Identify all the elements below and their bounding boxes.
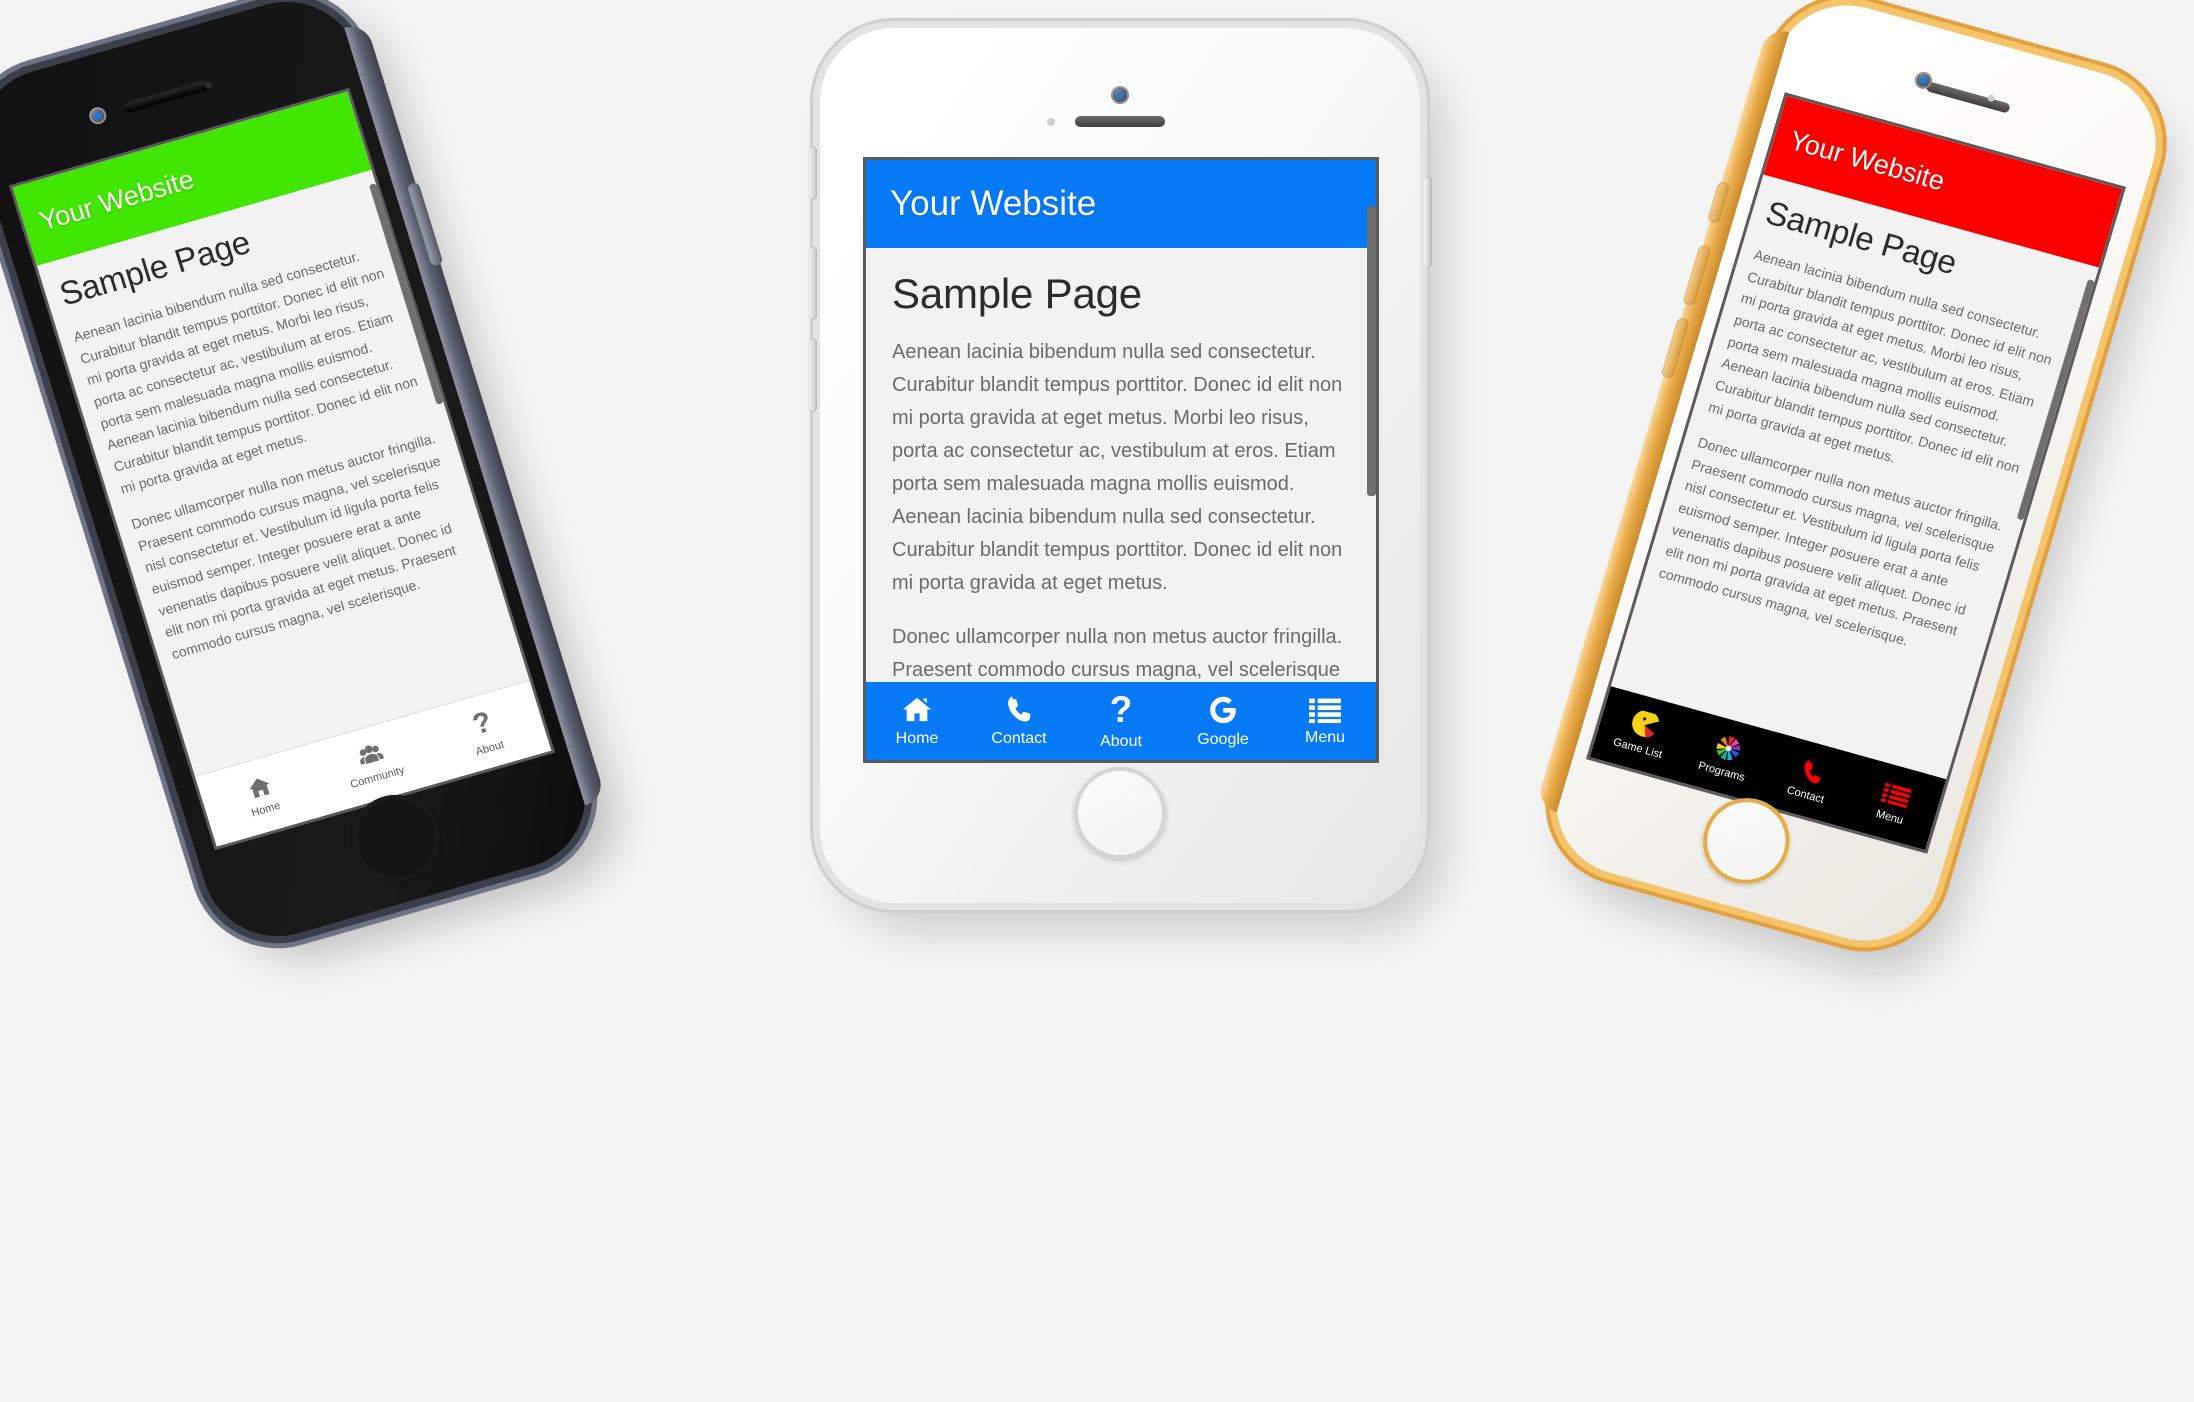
body-paragraph-1: Aenean lacinia bibendum nulla sed consec… [892, 340, 1343, 594]
nav-item-about[interactable]: ? About [1070, 682, 1172, 760]
volume-up-button[interactable] [808, 246, 817, 320]
home-icon [900, 694, 934, 725]
front-camera [1111, 86, 1129, 104]
power-button[interactable] [1423, 176, 1432, 268]
community-icon [354, 740, 388, 771]
phone-device-left: Your Website Sample Page Aenean lacinia … [0, 0, 607, 954]
nav-label: Menu [1874, 807, 1905, 827]
site-header: Your Website [866, 160, 1376, 248]
site-content: Sample Page Aenean lacinia bibendum null… [37, 170, 530, 776]
nav-item-google[interactable]: Google [1172, 682, 1274, 760]
website-viewport: Your Website Sample Page Aenean lacinia … [866, 160, 1376, 760]
content-scrollbar[interactable] [1367, 206, 1376, 496]
body-paragraph-2: Donec ullamcorper nulla non metus auctor… [892, 625, 1343, 681]
bottom-navigation-bar: Home Contact ? About Google Menu [866, 682, 1376, 760]
nav-label: Community [348, 764, 407, 791]
question-mark-icon: ? [468, 705, 496, 741]
list-menu-icon [1309, 696, 1341, 724]
site-title: Your Website [890, 184, 1097, 223]
home-button[interactable] [1074, 767, 1166, 859]
list-menu-icon [1880, 780, 1913, 810]
phone-screen-center: Your Website Sample Page Aenean lacinia … [866, 160, 1376, 760]
site-content: Sample Page Aenean lacinia bibendum null… [866, 248, 1376, 682]
page-title: Sample Page [892, 270, 1142, 317]
nav-item-menu[interactable]: Menu [1274, 682, 1376, 760]
home-icon [243, 772, 276, 802]
earpiece-speaker [1075, 116, 1165, 127]
showcase-canvas: Your Website Sample Page Aenean lacinia … [0, 0, 2194, 1402]
phone-icon [1004, 694, 1035, 725]
nav-label: About [474, 738, 506, 758]
nav-label: Home [895, 730, 939, 747]
nav-label: Contact [991, 730, 1047, 747]
volume-down-button[interactable] [808, 338, 817, 412]
phone-device-center: Your Website Sample Page Aenean lacinia … [808, 28, 1432, 903]
nav-item-home[interactable]: Home [866, 682, 968, 760]
nav-label: Home [250, 799, 282, 820]
silent-switch[interactable] [808, 146, 817, 200]
nav-label: Game List [1611, 736, 1664, 762]
phone-icon [1796, 756, 1828, 788]
nav-item-contact[interactable]: Contact [968, 682, 1070, 760]
nav-label: About [1100, 733, 1142, 750]
site-content: Sample Page Aenean lacinia bibendum null… [1611, 174, 2099, 779]
pinwheel-icon [1712, 732, 1746, 765]
google-g-icon [1207, 694, 1239, 726]
nav-label: Google [1197, 730, 1249, 748]
nav-label: Menu [1304, 728, 1346, 746]
nav-label: Programs [1696, 759, 1747, 784]
site-title: Your Website [1786, 124, 1949, 196]
question-mark-icon: ? [1109, 689, 1133, 730]
pacman-icon [1628, 709, 1662, 742]
phone-device-right: Your Website Sample Page Aenean lacinia … [1535, 0, 2174, 958]
ambient-light-sensor [1047, 118, 1055, 126]
